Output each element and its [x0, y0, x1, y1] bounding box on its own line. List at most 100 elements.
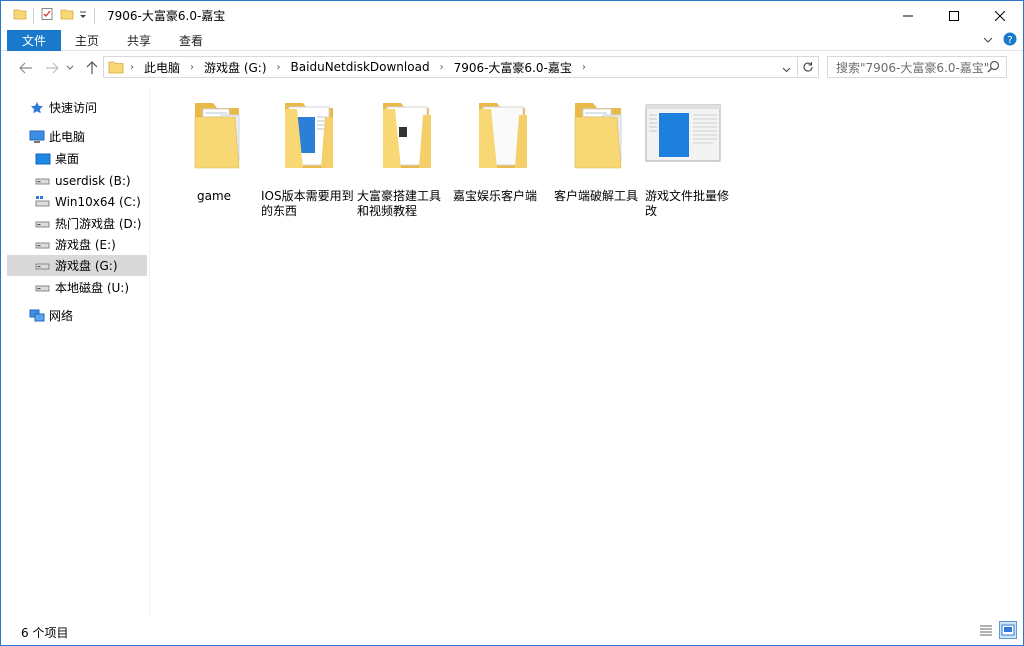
vertical-scrollbar[interactable] [1007, 85, 1023, 617]
file-name: game [196, 189, 232, 203]
large-icons-view-button[interactable] [999, 621, 1017, 639]
forward-button[interactable] [41, 57, 63, 79]
maximize-icon [949, 10, 959, 21]
address-bar[interactable]: › 此电脑 › 游戏盘 (G:) › BaiduNetdiskDownload … [103, 56, 798, 78]
nav-label: 此电脑 [49, 130, 86, 144]
chevron-down-icon [66, 65, 74, 70]
nav-label: Win10x64 (C:) [55, 194, 141, 209]
new-folder-icon[interactable] [60, 7, 74, 24]
refresh-icon [803, 62, 813, 72]
network-icon [29, 308, 45, 324]
breadcrumb-current[interactable]: 7906-大富豪6.0-嘉宝 [450, 59, 576, 76]
nav-label: 热门游戏盘 (D:) [55, 217, 142, 231]
title-bar: 7906-大富豪6.0-嘉宝 [1, 1, 1023, 30]
customize-toolbar-icon[interactable] [78, 9, 88, 23]
computer-icon [29, 129, 45, 145]
window-controls [885, 1, 1023, 30]
nav-label: 本地磁盘 (U:) [55, 281, 130, 295]
search-icon[interactable] [987, 60, 1000, 76]
file-name: IOS版本需要用到的东西 [261, 189, 354, 218]
folder-icon [383, 103, 431, 168]
breadcrumb-this-pc[interactable]: 此电脑 [140, 59, 184, 76]
close-button[interactable] [977, 1, 1023, 30]
address-dropdown-button[interactable] [782, 62, 791, 76]
ribbon-tabs: 文件 主页 共享 查看 ? [1, 29, 1023, 51]
nav-item-network[interactable]: 网络 [29, 305, 73, 326]
status-bar: 6 个项目 [1, 619, 1023, 645]
minimize-button[interactable] [885, 1, 931, 30]
chevron-right-icon[interactable]: › [184, 62, 200, 73]
folder-icon [285, 103, 333, 168]
folder-icon [574, 103, 622, 169]
chevron-down-icon [782, 67, 791, 73]
refresh-button[interactable] [797, 56, 819, 78]
search-input[interactable]: 搜索"7906-大富豪6.0-嘉宝" [827, 56, 1007, 78]
up-arrow-icon [86, 61, 98, 74]
file-item-folder[interactable]: game [167, 97, 261, 217]
svg-text:?: ? [1007, 35, 1012, 46]
drive-icon [35, 216, 51, 232]
breadcrumb-drive-g[interactable]: 游戏盘 (G:) [200, 59, 271, 76]
properties-icon[interactable] [40, 7, 54, 24]
address-row: › 此电脑 › 游戏盘 (G:) › BaiduNetdiskDownload … [1, 53, 1023, 83]
details-view-icon [980, 625, 992, 636]
file-item-folder[interactable]: IOS版本需要用到的东西 [261, 97, 355, 218]
expand-ribbon-icon[interactable] [983, 34, 993, 48]
nav-item-quick-access[interactable]: 快速访问 [29, 97, 97, 118]
drive-icon [35, 258, 51, 274]
nav-item-drive-c[interactable]: Win10x64 (C:) [35, 191, 141, 212]
nav-label: 游戏盘 (G:) [55, 259, 118, 273]
nav-label: 网络 [49, 309, 74, 323]
nav-item-drive-e[interactable]: 游戏盘 (E:) [35, 234, 116, 255]
file-name: 嘉宝娱乐客户端 [453, 189, 538, 203]
quick-access-toolbar [13, 7, 101, 24]
maximize-button[interactable] [931, 1, 977, 30]
back-button[interactable] [15, 57, 37, 79]
drive-icon [35, 237, 51, 253]
chevron-right-icon[interactable]: › [124, 62, 140, 73]
window-title: 7906-大富豪6.0-嘉宝 [107, 9, 226, 23]
file-item-folder[interactable]: 游戏文件批量修改 [645, 97, 739, 218]
nav-item-drive-u[interactable]: 本地磁盘 (U:) [35, 277, 129, 298]
file-list: game IOS版本需要用到的东西 大富豪搭建工具和视频教程 嘉宝娱乐客户端 客… [151, 87, 1009, 617]
desktop-icon [35, 151, 51, 167]
file-name: 游戏文件批量修改 [645, 189, 730, 218]
nav-item-drive-g[interactable]: 游戏盘 (G:) [7, 255, 147, 276]
navigation-pane: 快速访问 此电脑 桌面 userdisk (B:) Win10x64 (C:) [1, 87, 149, 617]
chevron-right-icon[interactable]: › [434, 62, 450, 73]
folder-icon [108, 60, 124, 74]
folder-icon[interactable] [13, 7, 27, 24]
file-item-folder[interactable]: 嘉宝娱乐客户端 [453, 97, 547, 217]
file-name: 客户端破解工具 [553, 189, 638, 203]
nav-item-drive-d[interactable]: 热门游戏盘 (D:) [35, 213, 141, 234]
search-placeholder: 搜索"7906-大富豪6.0-嘉宝" [836, 60, 990, 75]
folder-thumbnail-icon [645, 104, 721, 162]
tab-share[interactable]: 共享 [113, 30, 165, 51]
tab-home[interactable]: 主页 [61, 30, 113, 51]
chevron-right-icon[interactable]: › [271, 62, 287, 73]
large-icons-view-icon [1001, 624, 1015, 636]
explorer-window: 7906-大富豪6.0-嘉宝 文件 主页 共享 查看 ? › 此电脑 › 游戏盘… [0, 0, 1024, 646]
drive-icon [35, 280, 51, 296]
folder-icon [479, 103, 527, 168]
up-button[interactable] [81, 57, 103, 79]
nav-item-this-pc[interactable]: 此电脑 [29, 126, 85, 147]
minimize-icon [903, 15, 913, 16]
nav-item-drive-b[interactable]: userdisk (B:) [35, 170, 131, 191]
help-icon[interactable]: ? [1003, 32, 1017, 49]
nav-item-desktop[interactable]: 桌面 [35, 148, 79, 169]
drive-icon [35, 173, 51, 189]
file-item-folder[interactable]: 大富豪搭建工具和视频教程 [357, 97, 451, 218]
item-count: 6 个项目 [21, 625, 69, 640]
chevron-right-icon[interactable]: › [576, 62, 592, 73]
tab-view[interactable]: 查看 [165, 30, 217, 51]
windows-drive-icon [35, 194, 51, 210]
nav-label: 游戏盘 (E:) [55, 238, 116, 252]
tab-file[interactable]: 文件 [7, 29, 62, 51]
breadcrumb-baidu[interactable]: BaiduNetdiskDownload [287, 60, 434, 74]
forward-arrow-icon [46, 62, 59, 74]
recent-locations-button[interactable] [63, 57, 77, 79]
nav-label: 桌面 [55, 152, 80, 166]
file-item-folder[interactable]: 客户端破解工具 [549, 97, 643, 217]
details-view-button[interactable] [977, 621, 995, 639]
